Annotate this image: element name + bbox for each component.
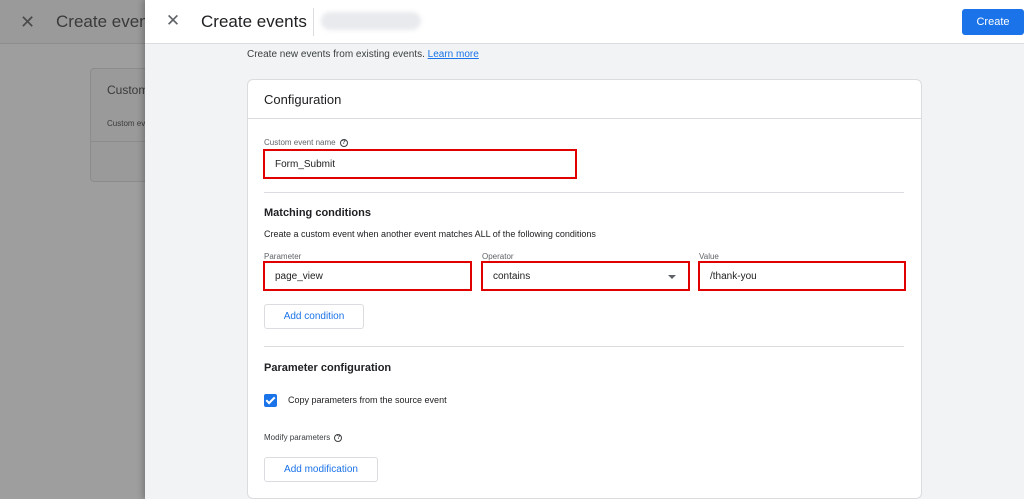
configuration-title: Configuration — [264, 92, 342, 107]
copy-parameters-label: Copy parameters from the source event — [288, 395, 447, 405]
close-icon[interactable]: ✕ — [163, 11, 183, 31]
chevron-down-icon — [668, 275, 676, 279]
help-icon[interactable]: ? — [339, 138, 348, 147]
page-description: Create new events from existing events. … — [247, 49, 479, 60]
configuration-card: Configuration Custom event name ? Form_S… — [247, 79, 922, 499]
add-modification-button[interactable]: Add modification — [264, 457, 378, 482]
configuration-header: Configuration — [248, 80, 921, 119]
operator-select[interactable]: contains — [481, 261, 690, 291]
modify-parameters-label: Modify parameters ? — [264, 433, 343, 442]
value-input[interactable]: /thank-you — [698, 261, 906, 291]
custom-event-name-label: Custom event name ? — [264, 138, 348, 147]
operator-label: Operator — [482, 252, 514, 261]
value-label: Value — [699, 252, 719, 261]
page-title: Create events — [201, 12, 307, 31]
parameter-input[interactable]: page_view — [263, 261, 472, 291]
parameter-label: Parameter — [264, 252, 302, 261]
background-card-subtitle: Custom ev — [107, 119, 146, 128]
custom-event-name-label-text: Custom event name — [264, 138, 336, 147]
topbar-divider — [313, 8, 314, 36]
parameter-configuration-title: Parameter configuration — [264, 362, 392, 374]
description-text: Create new events from existing events. — [247, 49, 425, 60]
operator-selected-value: contains — [493, 271, 531, 282]
background-card-title: Custom — [107, 83, 149, 97]
create-button[interactable]: Create — [962, 9, 1024, 35]
matching-conditions-title: Matching conditions — [264, 207, 371, 219]
copy-parameters-checkbox[interactable] — [264, 394, 277, 407]
background-close-icon: ✕ — [20, 12, 36, 32]
modify-parameters-label-text: Modify parameters — [264, 433, 331, 442]
help-icon[interactable]: ? — [334, 433, 343, 442]
add-condition-button[interactable]: Add condition — [264, 304, 364, 329]
section-divider — [264, 192, 904, 193]
section-divider — [264, 346, 904, 347]
custom-event-name-input[interactable]: Form_Submit — [263, 149, 577, 179]
redacted-property-name — [321, 12, 421, 30]
matching-conditions-description: Create a custom event when another event… — [264, 229, 596, 239]
learn-more-link[interactable]: Learn more — [428, 49, 479, 60]
panel-topbar: ✕ Create events Create — [145, 0, 1024, 44]
create-events-panel: ✕ Create events Create Create new events… — [145, 0, 1024, 499]
